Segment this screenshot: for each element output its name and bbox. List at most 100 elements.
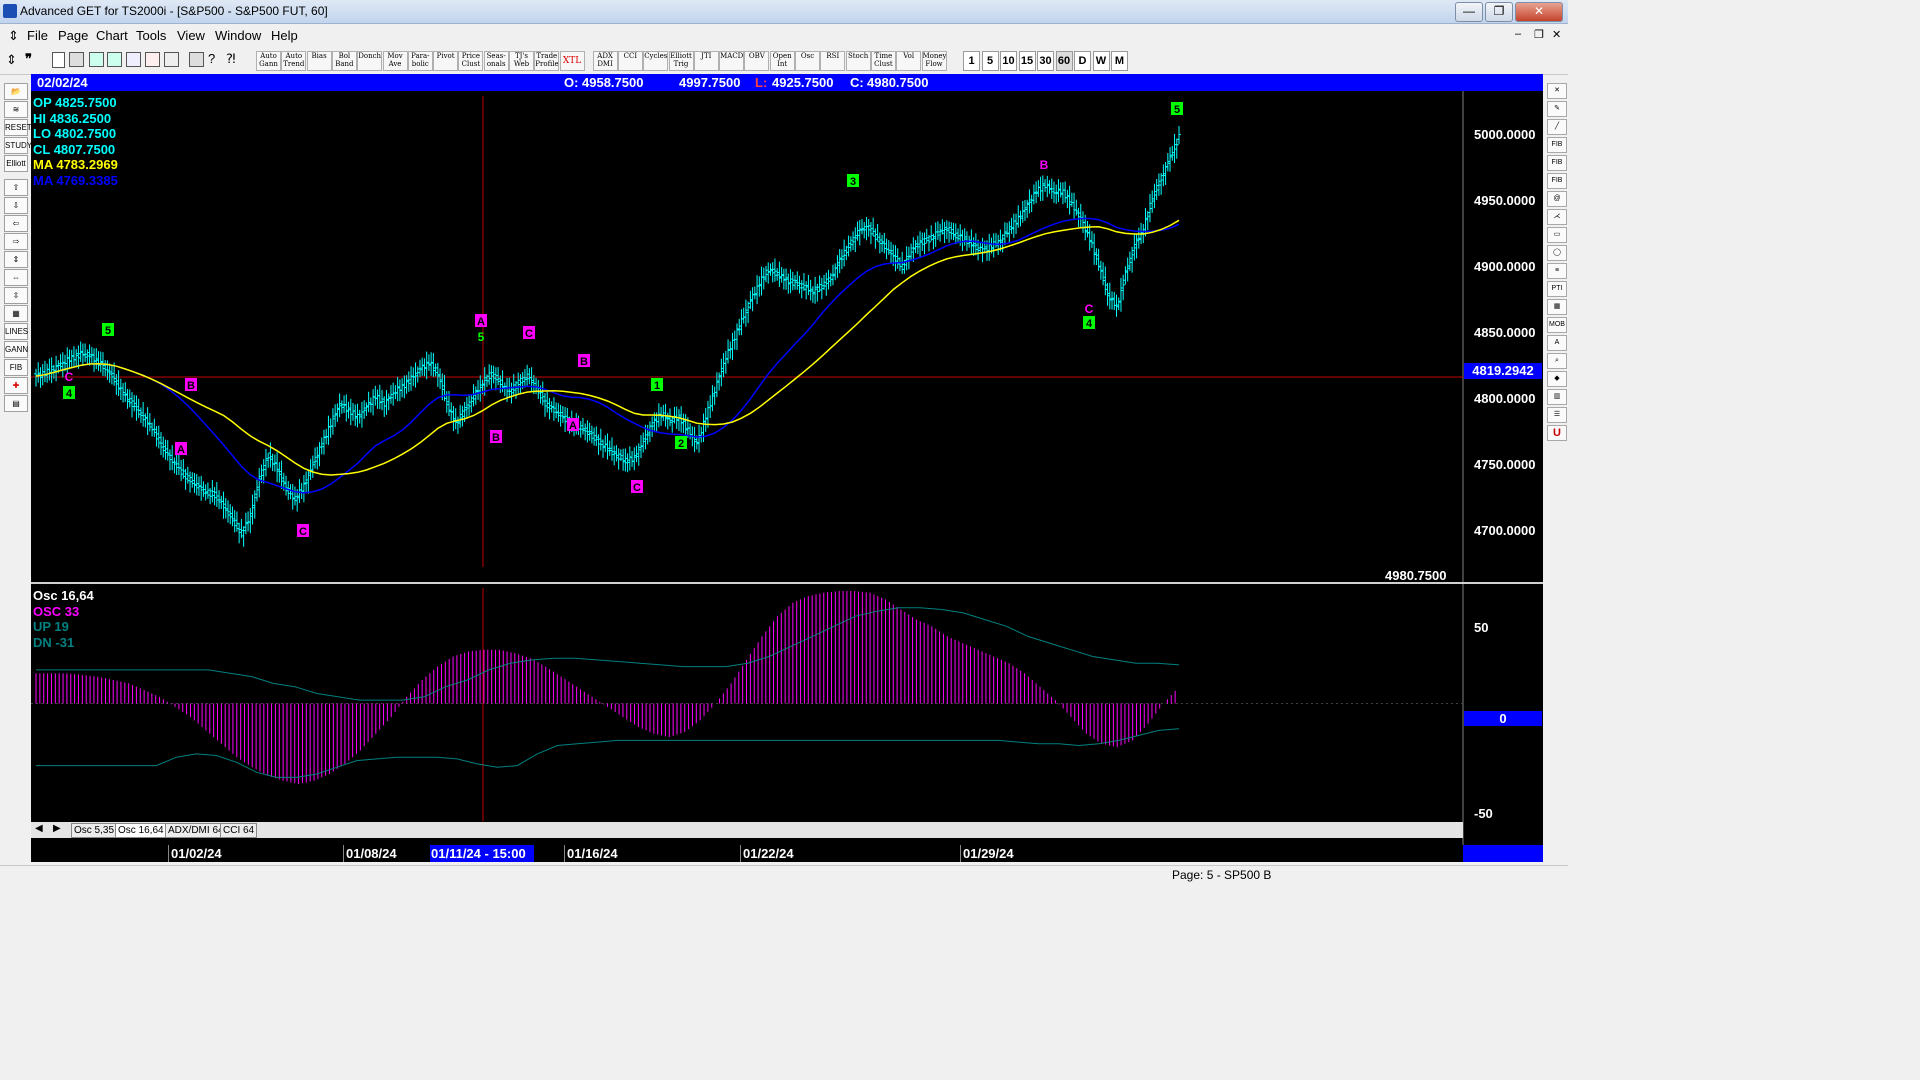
arrow-down-icon[interactable]: ⇩	[4, 197, 28, 214]
doc-close-button[interactable]: ✕	[1552, 28, 1561, 41]
copy-page-icon[interactable]	[69, 52, 84, 67]
next-page-icon[interactable]	[107, 52, 122, 67]
arrow-right-icon[interactable]: ⇨	[4, 233, 28, 250]
study-button-bias[interactable]: Bias	[306, 51, 332, 71]
minimize-button[interactable]: —	[1455, 2, 1483, 22]
menu-window[interactable]: Window	[215, 28, 261, 43]
study-button-adx-dmi[interactable]: ADX DMI	[592, 51, 618, 71]
delete-icon[interactable]	[145, 52, 160, 67]
doc-restore-button[interactable]: ❐	[1534, 28, 1544, 41]
help-icon[interactable]: ?	[208, 51, 215, 66]
study-button-para-bolic[interactable]: Para-bolic	[407, 51, 433, 71]
interval-button-10[interactable]: 10	[1000, 51, 1017, 71]
study-button-money-flow[interactable]: Money Flow	[921, 51, 947, 71]
chart-area[interactable]: 5 4 C B A C A 5 C B B A 1 2 C 3 B C 4 5	[31, 91, 1543, 849]
grid-icon[interactable]	[164, 52, 179, 67]
arrow-left-icon[interactable]: ⇦	[4, 215, 28, 232]
study-button-elliott-trig[interactable]: Elliott Trig	[668, 51, 694, 71]
arrow-up-icon[interactable]: ⇧	[4, 179, 28, 196]
study-button-seas-onals[interactable]: Seas-onals	[483, 51, 509, 71]
pencil-icon[interactable]: ✎	[1547, 101, 1567, 117]
tab-scroll-right-icon[interactable]: ▶	[53, 823, 61, 834]
study-button-trade-profile[interactable]: Trade Profile	[534, 51, 560, 71]
study-button-mov-ave[interactable]: Mov Ave	[382, 51, 408, 71]
tab-osc-16-64[interactable]: Osc 16,64	[115, 823, 167, 838]
menu-help[interactable]: Help	[271, 28, 298, 43]
new-page-icon[interactable]	[52, 52, 65, 68]
quote-icon[interactable]: ❞	[25, 51, 32, 67]
print-icon[interactable]	[189, 52, 204, 67]
open-folder-icon[interactable]: 📂	[4, 83, 28, 100]
spiral-icon[interactable]: @	[1547, 191, 1567, 207]
previous-page-icon[interactable]	[89, 52, 104, 67]
interval-button-60[interactable]: 60	[1055, 51, 1073, 71]
study-button-osc[interactable]: Osc	[795, 51, 820, 71]
paint-icon[interactable]: ◆	[1547, 371, 1567, 387]
study-button-pivot[interactable]: Pivot	[433, 51, 459, 71]
text-icon[interactable]: A	[1547, 335, 1567, 351]
auto-wave-icon[interactable]: ≋	[4, 101, 28, 118]
maximize-button[interactable]: ❐	[1485, 2, 1513, 22]
study-button-time-clust[interactable]: Time Clust	[870, 51, 896, 71]
chart-copy-icon[interactable]	[126, 52, 141, 67]
interval-button-15[interactable]: 15	[1018, 51, 1036, 71]
study-button-jti[interactable]: JTI	[693, 51, 719, 71]
crosshair-icon[interactable]: ✚	[4, 377, 28, 394]
study-button-macd[interactable]: MACD	[719, 51, 745, 71]
study-button-stoch[interactable]: Stoch	[845, 51, 871, 71]
interval-button-5[interactable]: 5	[981, 51, 999, 71]
ellipse-icon[interactable]: ◯	[1547, 245, 1567, 261]
mob-icon[interactable]: MOB	[1547, 317, 1567, 333]
lines-icon[interactable]: LINES	[4, 323, 28, 340]
study-button-cycles[interactable]: Cycles	[643, 51, 669, 71]
date-axis-scroll[interactable]	[1463, 845, 1543, 862]
study-button-bol-band[interactable]: Bol Band	[331, 51, 357, 71]
study-button-open-int[interactable]: Open Int	[769, 51, 795, 71]
study-button-donch[interactable]: Donch	[357, 51, 383, 71]
study-button-vol[interactable]: Vol	[896, 51, 922, 71]
zoom-horizontal-icon[interactable]: ⇔	[4, 269, 28, 286]
pti-icon[interactable]: PTI	[1547, 281, 1567, 297]
fib-time-icon[interactable]: FIB	[1547, 173, 1567, 189]
interval-button-1[interactable]: 1	[963, 51, 980, 71]
tab-adx-dmi-64[interactable]: ADX/DMI 64	[165, 823, 227, 838]
study-button-xtl[interactable]: XTL	[559, 51, 585, 71]
study-button-price-clust[interactable]: Price Clust	[458, 51, 484, 71]
study-button-obv[interactable]: OBV	[744, 51, 770, 71]
menu-file[interactable]: File	[27, 28, 48, 43]
elliott-icon[interactable]: Elliott	[4, 155, 28, 172]
notes-icon[interactable]: ▤	[4, 395, 28, 412]
close-cross-icon[interactable]: ✕	[1547, 83, 1567, 99]
gann-icon[interactable]: GANN	[4, 341, 28, 358]
fib-icon[interactable]: FIB	[4, 359, 28, 376]
close-button[interactable]: ✕	[1515, 2, 1563, 22]
interval-button-30[interactable]: 30	[1037, 51, 1054, 71]
fib-ext-icon[interactable]: FIB	[1547, 155, 1567, 171]
fan-icon[interactable]: ⋌	[1547, 209, 1567, 225]
interval-button-d[interactable]: D	[1074, 51, 1091, 71]
box-icon[interactable]: ▭	[1547, 227, 1567, 243]
study-button-auto-trend[interactable]: Auto Trend	[281, 51, 307, 71]
table-icon[interactable]: ▦	[4, 305, 28, 322]
grid-small-icon[interactable]: ▦	[1547, 299, 1567, 315]
zoom-vertical-icon[interactable]: ⇕	[4, 251, 28, 268]
study-button-auto-gann[interactable]: Auto Gann	[256, 51, 281, 71]
tab-cci-64[interactable]: CCI 64	[220, 823, 258, 838]
chart-svg[interactable]: 5 4 C B A C A 5 C B B A 1 2 C 3 B C 4 5	[31, 91, 1543, 849]
reset-icon[interactable]: RESET	[4, 119, 32, 136]
interval-button-w[interactable]: W	[1092, 51, 1110, 71]
menu-tools[interactable]: Tools	[136, 28, 166, 43]
study-button-rsi[interactable]: RSI	[820, 51, 846, 71]
calc-icon[interactable]: ▥	[1547, 389, 1567, 405]
channel-icon[interactable]: ≡	[1547, 263, 1567, 279]
context-help-icon[interactable]: ⁈	[226, 51, 236, 67]
fib-ret-icon[interactable]: FIB	[1547, 137, 1567, 153]
study-button-cci[interactable]: CCI	[617, 51, 643, 71]
pointer-icon[interactable]: ⇕	[6, 52, 17, 68]
tab-osc-5-35[interactable]: Osc 5,35	[71, 823, 118, 838]
compress-icon[interactable]: ⇳	[4, 287, 28, 304]
interval-button-m[interactable]: M	[1111, 51, 1128, 71]
study-icon[interactable]: STUDY	[4, 137, 32, 154]
magnify-icon[interactable]: ⌕	[1547, 353, 1567, 369]
menu-view[interactable]: View	[177, 28, 205, 43]
